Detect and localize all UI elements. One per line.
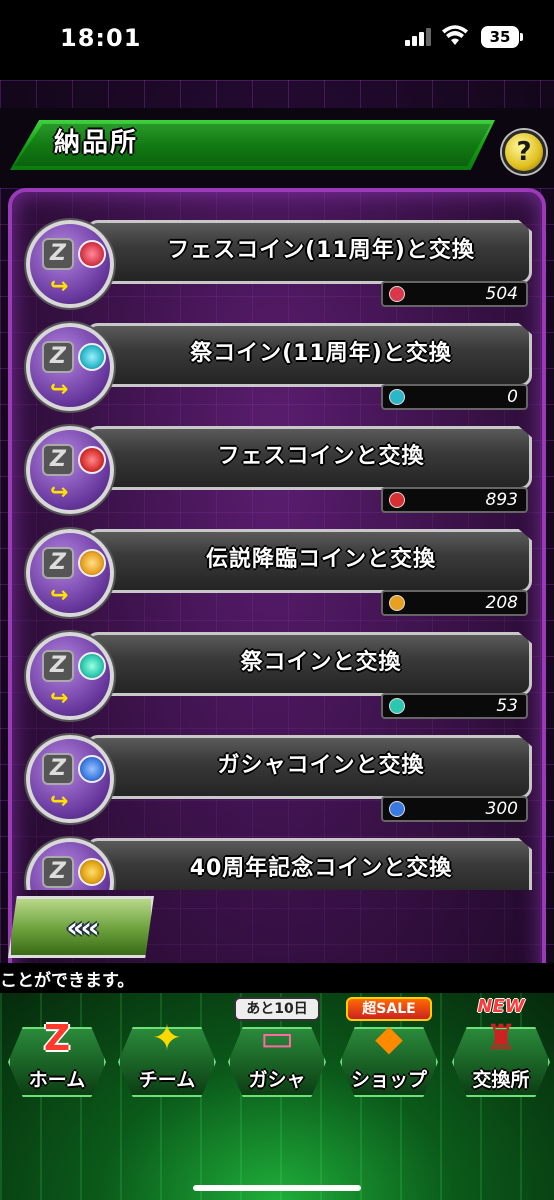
- exchange-label: フェスコインと交換: [217, 444, 425, 469]
- exchange-medal-icon: Z ↪: [26, 632, 114, 720]
- z-icon: Z: [42, 341, 74, 373]
- coin-icon: [78, 652, 106, 680]
- nav-gacha[interactable]: あと10日 ▭ ガシャ: [226, 997, 328, 1101]
- exchange-medal-icon: Z ↪: [26, 735, 114, 823]
- back-button[interactable]: «‹‹: [8, 896, 154, 958]
- exchange-label: ガシャコインと交換: [217, 753, 425, 778]
- z-icon: Z: [42, 444, 74, 476]
- coin-icon: [78, 858, 106, 886]
- exchange-row-legend-coin[interactable]: Z ↪ 伝説降臨コインと交換 208: [26, 527, 536, 619]
- exchange-medal-icon: Z ↪: [26, 323, 114, 411]
- coin-count: 893: [381, 487, 528, 513]
- battery-icon: 35: [481, 26, 523, 48]
- nav-team[interactable]: ✦ チーム: [116, 1005, 218, 1101]
- capsule-icon: ▭: [259, 1017, 294, 1059]
- arrow-icon: ↪: [50, 583, 69, 608]
- exchange-row-40th-coin[interactable]: Z ↪ 40周年記念コインと交換: [26, 836, 536, 890]
- nav-label: チーム: [138, 1069, 196, 1091]
- coin-icon: [389, 801, 405, 817]
- tip-bar: ことができます。: [0, 963, 554, 993]
- coin-count-value: 504: [485, 284, 518, 304]
- exchange-row-fes-coin[interactable]: Z ↪ フェスコインと交換 893: [26, 424, 536, 516]
- exchange-shopkeeper-icon: ♜: [484, 1017, 518, 1059]
- team-characters-icon: ✦: [151, 1017, 183, 1059]
- home-indicator[interactable]: [193, 1185, 361, 1191]
- exchange-medal-icon: Z ↪: [26, 220, 114, 308]
- back-chevrons-icon: «‹‹: [66, 910, 99, 944]
- coin-icon: [78, 446, 106, 474]
- help-button[interactable]: ?: [502, 130, 546, 174]
- exchange-label: 祭コインと交換: [240, 650, 402, 675]
- exchange-label: フェスコイン(11周年)と交換: [167, 238, 475, 263]
- nav-exchange[interactable]: NEW ♜ 交換所: [450, 997, 552, 1101]
- z-icon: Z: [42, 753, 74, 785]
- z-icon: Z: [42, 238, 74, 270]
- coin-count-value: 0: [507, 387, 518, 407]
- coin-count: 300: [381, 796, 528, 822]
- tip-text: ことができます。: [0, 971, 135, 991]
- coin-icon: [389, 286, 405, 302]
- dragon-stone-icon: ◆: [375, 1017, 403, 1059]
- arrow-icon: ↪: [50, 377, 69, 402]
- nav-label: ガシャ: [248, 1069, 306, 1091]
- help-icon: ?: [516, 137, 532, 167]
- exchange-medal-icon: Z ↪: [26, 426, 114, 514]
- exchange-list[interactable]: Z ↪ フェスコイン(11周年)と交換 504 Z ↪ 祭コイン(11周年)と交…: [8, 192, 546, 890]
- coin-icon: [78, 755, 106, 783]
- exchange-medal-icon: Z ↪: [26, 529, 114, 617]
- coin-count-value: 208: [485, 593, 518, 613]
- game-screen: 納品所 ? Z ↪ フェスコイン(11周年)と交換 504 Z ↪ 祭コイン(1…: [0, 80, 554, 1200]
- signal-icon: [405, 28, 433, 46]
- coin-count-value: 300: [485, 799, 518, 819]
- nav-home[interactable]: Z ホーム: [6, 1005, 108, 1101]
- arrow-icon: ↪: [50, 274, 69, 299]
- coin-count: 53: [381, 693, 528, 719]
- z-icon: Z: [42, 547, 74, 579]
- page-title: 納品所: [54, 128, 139, 158]
- coin-count: 208: [381, 590, 528, 616]
- exchange-label: 祭コイン(11周年)と交換: [190, 341, 452, 366]
- exchange-row-matsuri-coin-11th[interactable]: Z ↪ 祭コイン(11周年)と交換 0: [26, 321, 536, 413]
- exchange-row-gacha-coin[interactable]: Z ↪ ガシャコインと交換 300: [26, 733, 536, 825]
- z-icon: Z: [42, 856, 74, 888]
- back-area: «‹‹: [8, 890, 158, 965]
- wifi-icon: [442, 25, 468, 45]
- arrow-icon: ↪: [50, 789, 69, 814]
- coin-icon: [78, 343, 106, 371]
- exchange-row-fes-coin-11th[interactable]: Z ↪ フェスコイン(11周年)と交換 504: [26, 218, 536, 310]
- nav-label: 交換所: [472, 1069, 530, 1091]
- coin-icon: [389, 389, 405, 405]
- nav-label: ホーム: [28, 1069, 86, 1091]
- coin-icon: [389, 492, 405, 508]
- z-logo-icon: Z: [43, 1017, 71, 1059]
- arrow-icon: ↪: [50, 480, 69, 505]
- exchange-label: 40周年記念コインと交換: [189, 856, 453, 881]
- coin-count-value: 53: [496, 696, 518, 716]
- nav-label: ショップ: [350, 1069, 427, 1091]
- status-time: 18:01: [60, 24, 142, 52]
- z-icon: Z: [42, 650, 74, 682]
- coin-count-value: 893: [485, 490, 518, 510]
- nav-shop[interactable]: 超SALE ◆ ショップ: [338, 997, 440, 1101]
- status-bar: 18:01 35: [0, 0, 554, 80]
- arrow-icon: ↪: [50, 686, 69, 711]
- exchange-label: 伝説降臨コインと交換: [205, 547, 436, 572]
- coin-icon: [389, 595, 405, 611]
- bottom-nav: Z ホーム ✦ チーム あと10日 ▭ ガシャ 超SALE ◆ ショップ NEW…: [0, 993, 554, 1200]
- exchange-row-matsuri-coin[interactable]: Z ↪ 祭コインと交換 53: [26, 630, 536, 722]
- coin-count: 0: [381, 384, 528, 410]
- coin-icon: [389, 698, 405, 714]
- coin-icon: [78, 549, 106, 577]
- coin-icon: [78, 240, 106, 268]
- coin-count: 504: [381, 281, 528, 307]
